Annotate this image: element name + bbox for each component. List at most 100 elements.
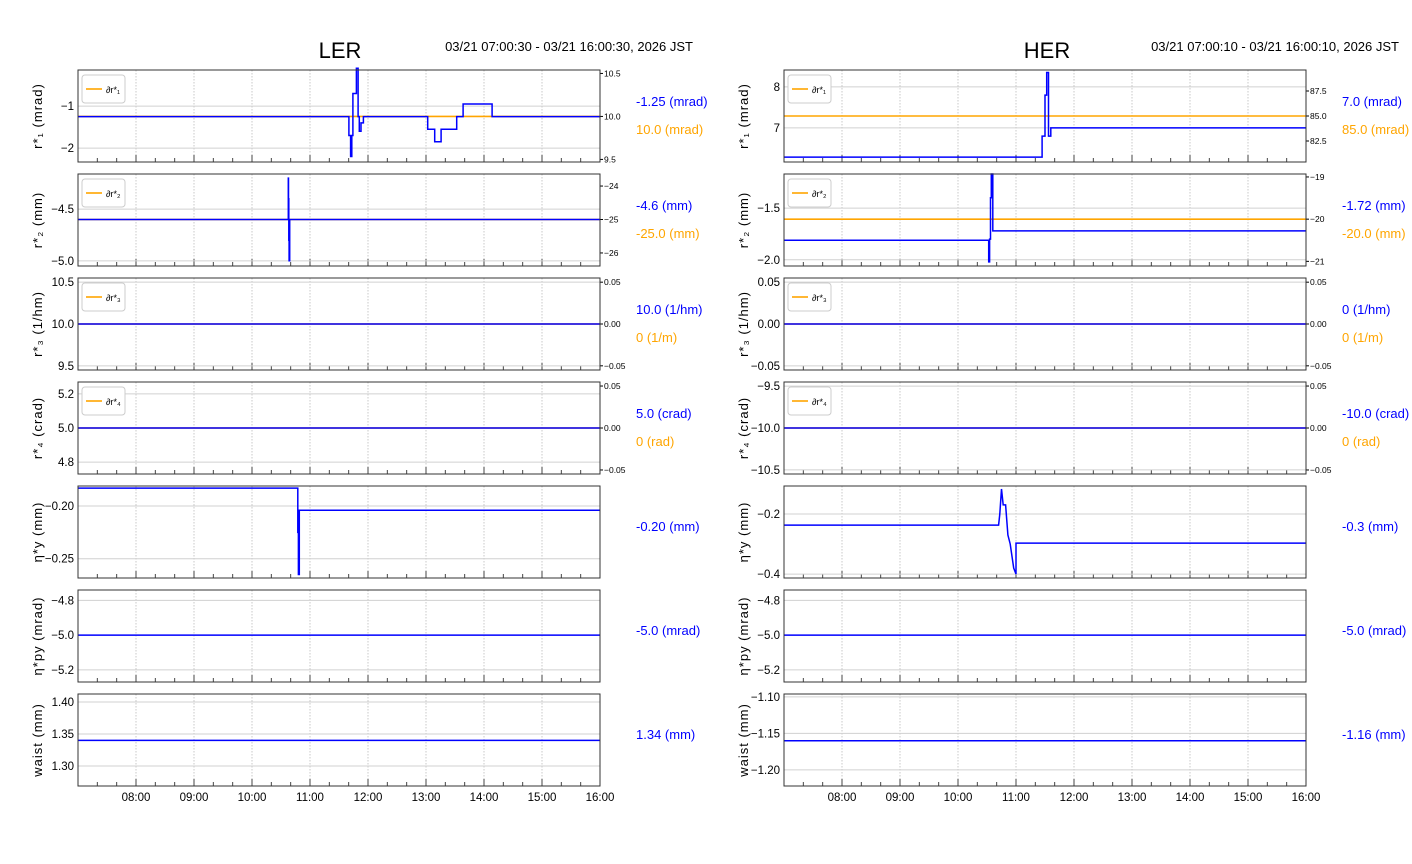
right-y-tick-label: −0.05 <box>604 465 626 475</box>
right-y-tick-label: −26 <box>604 248 619 258</box>
y-axis-label: waist (mm) <box>30 703 45 778</box>
right-y-tick-label: −21 <box>1310 256 1325 266</box>
y-tick-label: −1.15 <box>751 728 780 740</box>
x-tick-label: 11:00 <box>296 792 324 804</box>
current-value-label: -5.0 (mrad) <box>1342 623 1406 638</box>
y-axis-label: r*₂ (mm) <box>736 192 751 248</box>
y-axis-label: r*₄ (crad) <box>736 397 751 459</box>
y-axis-label: η*y (mm) <box>736 502 751 563</box>
y-axis-label: r*₂ (mm) <box>30 192 45 248</box>
legend: ∂r*₄ <box>81 386 126 416</box>
subplot-panel: 10.5 10.0 9.5 0.05 0.00 −0.05 r*₃ (1/hm) ∂r*₃ 10… <box>30 277 702 373</box>
right-y-tick-label: 0.00 <box>1310 423 1327 433</box>
y-axis-label: r*₁ (mrad) <box>736 83 751 149</box>
right-y-tick-label: 85.0 <box>1310 111 1327 121</box>
x-tick-label: 16:00 <box>586 792 615 804</box>
plot-frame <box>77 485 601 579</box>
right-y-tick-label: 0.05 <box>1310 381 1327 391</box>
right-y-tick-label: 10.5 <box>604 68 621 78</box>
subplot-panel: −1.5 −2.0 −19 −20 −21 r*₂ (mm) ∂r*₂ -1.72 (mm) -… <box>736 172 1406 267</box>
plot-frame <box>77 589 601 683</box>
x-tick-label: 15:00 <box>1234 792 1263 804</box>
y-axis-label: r*₃ (1/hm) <box>736 291 751 357</box>
y-tick-label: −0.25 <box>45 554 74 566</box>
reference-value-label: -25.0 (mm) <box>636 226 700 241</box>
y-tick-label: 9.5 <box>58 361 74 373</box>
reference-value-label: 85.0 (mrad) <box>1342 122 1409 137</box>
y-tick-label: −0.2 <box>757 509 780 521</box>
y-tick-label: −4.8 <box>51 595 74 607</box>
x-tick-label: 14:00 <box>1176 792 1205 804</box>
legend: ∂r*₁ <box>787 74 832 104</box>
right-y-tick-label: 87.5 <box>1310 86 1327 96</box>
current-value-label: -1.72 (mm) <box>1342 198 1406 213</box>
y-axis-label: r*₄ (crad) <box>30 397 45 459</box>
y-tick-label: 10.5 <box>52 277 74 289</box>
reference-value-label: -20.0 (mm) <box>1342 226 1406 241</box>
legend-label: ∂r*₁ <box>106 85 120 95</box>
current-value-label: 0 (1/hm) <box>1342 302 1390 317</box>
subplot-panel: 1.40 1.35 1.30 waist (mm) 1.34 (mm) <box>30 693 695 787</box>
legend: ∂r*₃ <box>81 282 126 312</box>
y-tick-label: −10.0 <box>751 423 780 435</box>
measured-series-line <box>78 67 600 158</box>
y-tick-label: −5.2 <box>51 665 74 677</box>
y-tick-label: −2.0 <box>757 255 780 267</box>
subplot-panel: −0.20 −0.25η*y (mm) -0.20 (mm) <box>30 485 700 579</box>
right-y-tick-label: 0.05 <box>604 381 621 391</box>
y-tick-label: −2 <box>61 143 74 155</box>
legend: ∂r*₂ <box>787 178 832 208</box>
x-tick-label: 09:00 <box>180 792 209 804</box>
x-tick-label: 09:00 <box>886 792 915 804</box>
y-tick-label: −1 <box>61 101 74 113</box>
subplot-panel: 8 7 87.5 85.0 82.5 r*₁ (mrad) ∂r*₁ 7.0 (mrad) 85… <box>736 69 1409 163</box>
y-axis-label: η*py (mrad) <box>30 597 45 676</box>
y-axis-label: η*py (mrad) <box>736 597 751 676</box>
y-tick-label: −1.10 <box>751 692 780 704</box>
right-y-tick-label: −19 <box>1310 172 1325 182</box>
current-value-label: -1.16 (mm) <box>1342 727 1406 742</box>
x-tick-label: 10:00 <box>238 792 267 804</box>
current-value-label: 10.0 (1/hm) <box>636 302 702 317</box>
current-value-label: -0.20 (mm) <box>636 519 700 534</box>
current-value-label: 1.34 (mm) <box>636 727 695 742</box>
ler-figure: LER 03/21 07:00:30 - 03/21 16:00:30, 2026… <box>30 38 708 804</box>
x-tick-label: 12:00 <box>1060 792 1089 804</box>
right-y-tick-label: −0.05 <box>1310 361 1332 371</box>
reference-value-label: 0 (rad) <box>636 434 674 449</box>
y-tick-label: −4.8 <box>757 595 780 607</box>
subplot-panel: −1.10 −1.15 −1.20waist (mm) -1.16 (mm) <box>736 692 1406 787</box>
x-tick-label: 13:00 <box>412 792 441 804</box>
y-tick-label: 10.0 <box>52 319 74 331</box>
y-tick-label: 1.30 <box>52 761 74 773</box>
right-y-tick-label: 0.00 <box>604 423 621 433</box>
legend-label: ∂r*₄ <box>106 397 121 407</box>
current-value-label: -10.0 (crad) <box>1342 406 1409 421</box>
reference-value-label: 10.0 (mrad) <box>636 122 703 137</box>
right-y-tick-label: −0.05 <box>1310 465 1332 475</box>
y-tick-label: 5.2 <box>58 389 74 401</box>
subplot-panel: −4.8 −5.0 −5.2 η*py (mrad) -5.0 (mrad) <box>736 589 1406 683</box>
right-y-tick-label: 0.00 <box>1310 319 1327 329</box>
time-range-label: 03/21 07:00:30 - 03/21 16:00:30, 2026 JS… <box>445 39 693 54</box>
y-tick-label: −1.20 <box>751 765 780 777</box>
reference-value-label: 0 (rad) <box>1342 434 1380 449</box>
subplot-panel: −9.5 −10.0 −10.5 0.05 0.00 −0.05 r*₄ (crad) ∂r*… <box>736 381 1409 477</box>
measured-series-line <box>784 71 1306 158</box>
current-value-label: -5.0 (mrad) <box>636 623 700 638</box>
measured-series-line <box>784 488 1306 575</box>
legend-label: ∂r*₃ <box>812 293 827 303</box>
measured-series-line <box>78 177 600 262</box>
y-tick-label: 1.35 <box>52 729 74 741</box>
current-value-label: -4.6 (mm) <box>636 198 692 213</box>
y-axis-label: waist (mm) <box>736 703 751 778</box>
measured-series-line <box>78 487 600 576</box>
x-tick-label: 16:00 <box>1292 792 1321 804</box>
x-tick-label: 13:00 <box>1118 792 1147 804</box>
x-tick-label: 08:00 <box>122 792 151 804</box>
y-tick-label: −4.5 <box>51 204 74 216</box>
right-y-tick-label: −20 <box>1310 214 1325 224</box>
y-tick-label: 0.05 <box>758 277 780 289</box>
legend-label: ∂r*₂ <box>812 189 827 199</box>
legend-label: ∂r*₂ <box>106 189 121 199</box>
